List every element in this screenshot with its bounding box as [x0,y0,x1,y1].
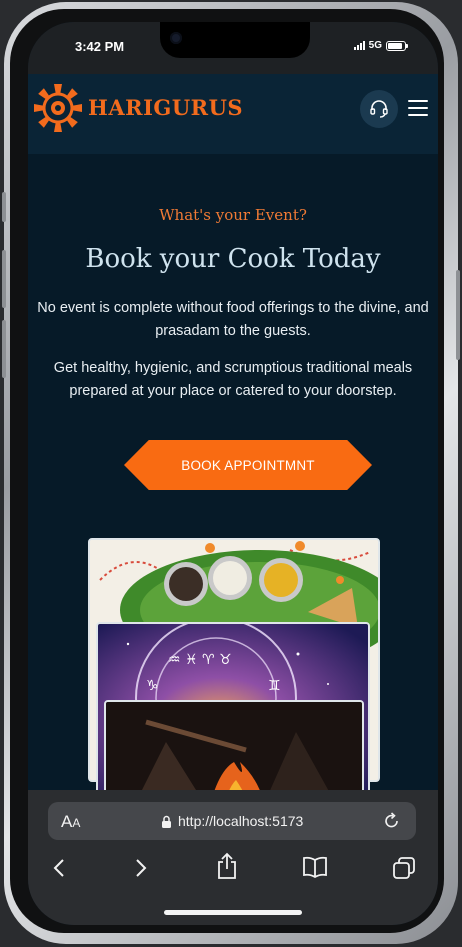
svg-text:♊: ♊ [268,678,281,694]
screen: 3:42 PM 5G HARIGURUS What's your Event? … [28,22,438,925]
bookmarks-icon[interactable] [302,856,328,878]
action-button [2,192,6,222]
book-appointment-button[interactable]: BOOK APPOINTMNT [124,440,372,490]
signal-icon [353,41,365,50]
network-type: 5G [368,40,382,51]
volume-up-button [2,250,6,308]
tabs-icon[interactable] [392,856,416,880]
home-indicator[interactable] [164,910,302,915]
status-time: 3:42 PM [75,39,125,54]
forward-icon[interactable] [130,856,150,880]
status-icons: 5G [353,40,408,51]
url-text: http://localhost:5173 [178,813,304,829]
browser-chrome: AA http://localhost:5173 [28,790,438,925]
browser-toolbar [28,852,438,892]
share-icon[interactable] [215,852,239,880]
brand-name[interactable]: HARIGURUS [88,95,243,120]
hamburger-menu-icon[interactable] [408,100,428,116]
support-button[interactable] [360,90,398,128]
back-icon[interactable] [50,856,70,880]
hero-image-collage: ♒ ♓ ♈ ♉ ♑ ♊ [88,538,380,824]
svg-text:♒ ♓ ♈ ♉: ♒ ♓ ♈ ♉ [168,652,232,668]
hero-eyebrow: What's your Event? [159,206,307,224]
svg-text:♑: ♑ [146,678,159,694]
address-bar[interactable]: AA http://localhost:5173 [48,802,416,840]
url-field[interactable]: http://localhost:5173 [161,813,303,829]
lock-icon [162,815,171,828]
headset-icon [370,100,388,118]
dynamic-island [160,22,310,58]
hero-headline: Book your Cook Today [85,244,381,274]
volume-down-button [2,320,6,378]
site-header: HARIGURUS [28,74,438,154]
camera-icon [170,32,182,44]
logo-icon[interactable] [32,82,84,134]
reload-icon[interactable] [382,811,402,831]
battery-icon [386,40,408,51]
status-bar: 3:42 PM 5G [28,22,438,74]
hero-paragraph-2: Get healthy, hygienic, and scrumptious t… [53,360,413,399]
hero-paragraph-1: No event is complete without food offeri… [37,300,429,339]
reader-settings-button[interactable]: AA [61,812,80,832]
power-button [456,270,460,360]
